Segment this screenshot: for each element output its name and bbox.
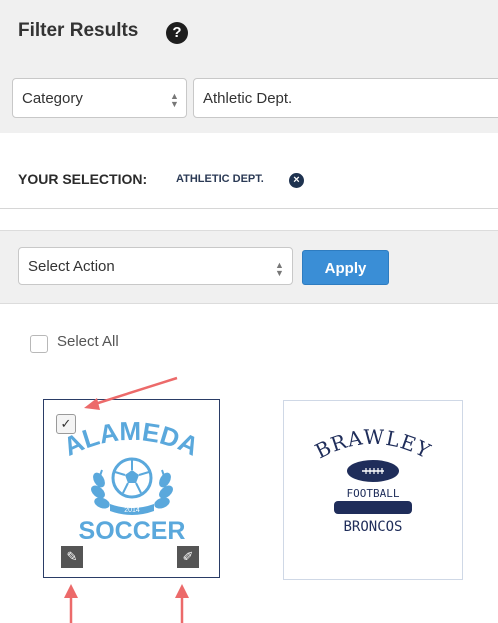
arrow-head-icon: [84, 398, 100, 410]
arrow-head-icon: [64, 584, 78, 598]
annotation-arrows: [64, 376, 189, 623]
arrow-head-icon: [175, 584, 189, 598]
arrow-to-checkbox: [94, 376, 178, 406]
